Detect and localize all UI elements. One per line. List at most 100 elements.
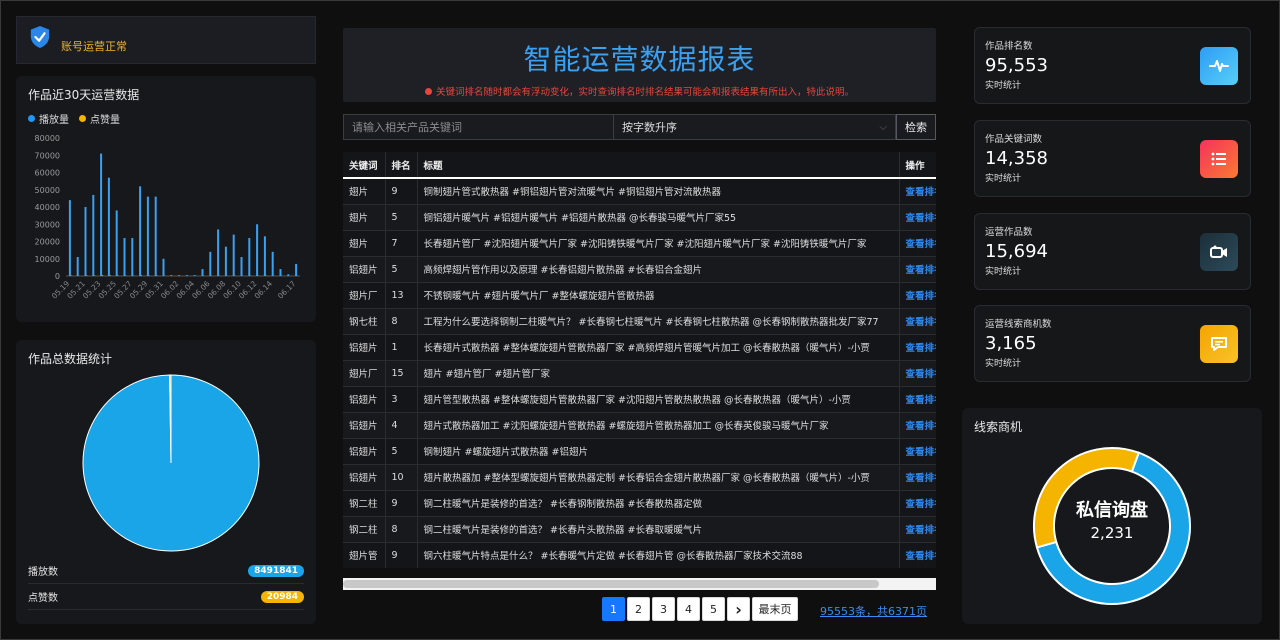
view-ranking-link[interactable]: 查看排名 <box>899 282 936 309</box>
next-page-button[interactable]: › <box>727 597 750 621</box>
page-button-4[interactable]: 4 <box>677 597 700 621</box>
report-header: 智能运营数据报表 关键词排名随时都会有浮动变化，实时查询排名时排名结果可能会和报… <box>343 28 936 102</box>
cell-keyword: 铝翅片 <box>343 256 386 283</box>
view-ranking-link[interactable]: 查看排名 <box>899 412 936 439</box>
page-button-2[interactable]: 2 <box>627 597 650 621</box>
cell-rank: 15 <box>385 360 418 387</box>
cell-keyword: 翅片厂 <box>343 360 386 387</box>
bar-likes <box>148 275 150 276</box>
view-ranking-link[interactable]: 查看排名 <box>899 178 936 205</box>
y-tick-label: 50000 <box>35 186 60 195</box>
cell-title: 翅片式散热器加工 #沈阳螺旋翅片管散热器 #螺旋翅片管散热器加工 @长春英俊骏马… <box>417 412 900 439</box>
cell-title: 钢二柱暖气片是装修的首选？ #长春钢制散热器 #长春散热器定做 <box>417 490 900 517</box>
col-header-title[interactable]: 标题 <box>417 152 900 179</box>
bar-likes <box>109 275 111 276</box>
totals-title: 作品总数据统计 <box>28 352 113 366</box>
last-page-button[interactable]: 最末页 <box>752 597 798 621</box>
bar-likes <box>102 275 104 276</box>
table-row: 翅片 7 长春翅片管厂 #沈阳翅片暖气片厂家 #沈阳铸铁暖气片厂家 #沈阳翅片暖气片… <box>343 230 936 257</box>
cell-title: 铜铝翅片暖气片 #铝翅片暖气片 #铝翅片散热器 @长春骏马暖气片厂家55 <box>417 204 900 231</box>
table-row: 铝翅片5高频焊翅片管作用以及原理 #长春铝翅片散热器 #长春铝合金翅片查看排名 <box>343 256 936 283</box>
y-tick-label: 40000 <box>35 203 60 212</box>
sort-select[interactable]: 按字数升序 ⌵ <box>614 114 896 140</box>
keyword-search-input[interactable] <box>343 114 614 140</box>
view-ranking-link[interactable]: 查看排名 <box>899 386 936 413</box>
view-ranking-link[interactable]: 查看排名 <box>899 516 936 543</box>
cell-keyword: 钢二柱 <box>343 516 386 543</box>
trend-bar-chart: 0 10000 20000 30000 40000 50000 60000 70000 8000… <box>35 134 300 301</box>
bar-likes <box>86 275 88 276</box>
view-ranking-link[interactable]: 查看排名 <box>899 438 936 465</box>
view-ranking-link[interactable]: 查看排名 <box>899 204 936 231</box>
col-header-keyword[interactable]: 关键词 <box>343 152 386 179</box>
bar-likes <box>94 275 96 276</box>
view-ranking-link[interactable]: 查看排名 <box>899 542 936 568</box>
y-tick-label: 20000 <box>35 238 60 247</box>
legend-item-likes[interactable]: 点赞量 <box>79 111 120 126</box>
table-row: 铝翅片5钢制翅片 #螺旋翅片式散热器 #铝翅片查看排名 <box>343 438 936 465</box>
cell-keyword: 铝翅片 <box>343 386 386 413</box>
cell-keyword: 翅片 <box>343 204 386 231</box>
bar-likes <box>117 275 119 276</box>
view-ranking-link[interactable]: 查看排名 <box>899 308 936 335</box>
totals-card: 作品总数据统计 播放数 8491841 点赞数 20984 <box>16 340 316 624</box>
cell-title: 不锈钢暖气片 #翅片暖气片厂 #整体螺旋翅片管散热器 <box>417 282 900 309</box>
sort-select-value: 按字数升序 <box>622 121 677 134</box>
x-tick-label: 06.14 <box>253 279 275 301</box>
bar-plays <box>146 196 149 276</box>
page-button-1[interactable]: 1 <box>602 597 625 621</box>
cell-title: 高频焊翅片管作用以及原理 #长春铝翅片散热器 #长春铝合金翅片 <box>417 256 900 283</box>
cell-title: 翅片管型散热器 #整体螺旋翅片管散热器厂家 #沈阳翅片管散热散热器 @长春散热器… <box>417 386 900 413</box>
scrollbar-thumb[interactable] <box>343 580 879 588</box>
bar-plays <box>185 275 188 276</box>
view-ranking-link[interactable]: 查看排名 <box>899 334 936 361</box>
cell-rank: 9 <box>385 490 418 517</box>
video-icon <box>1200 233 1238 271</box>
chevron-down-icon: ⌵ <box>879 121 887 133</box>
ranking-table: 关键词 排名 标题 操作 翅片 9 铜制翅片管式散热器 #铜铝翅片管对流暖气片 #铜… <box>343 152 936 568</box>
table-row: 钢二柱9钢二柱暖气片是装修的首选？ #长春钢制散热器 #长春散热器定做查看排名 <box>343 490 936 517</box>
pagination-total-link[interactable]: 95553条，共6371页 <box>820 603 927 619</box>
message-icon <box>1200 325 1238 363</box>
cell-rank: 4 <box>385 412 418 439</box>
search-button[interactable]: 检索 <box>896 114 936 140</box>
bar-plays <box>201 269 204 276</box>
legend-item-plays[interactable]: 播放量 <box>28 111 69 126</box>
kpi-card-ranking: 作品排名数 95,553 实时统计 <box>974 27 1251 104</box>
cell-title: 长春翅片式散热器 #整体螺旋翅片管散热器厂家 #高频焊翅片管暖气片加工 @长春散… <box>417 334 900 361</box>
header-note: 关键词排名随时都会有浮动变化，实时查询排名时排名结果可能会和报表结果有所出入，特… <box>343 84 936 98</box>
view-ranking-link[interactable]: 查看排名 <box>899 230 936 257</box>
table-header-row: 关键词 排名 标题 操作 <box>343 152 936 179</box>
page-button-5[interactable]: 5 <box>702 597 725 621</box>
cell-rank: 1 <box>385 334 418 361</box>
col-header-rank[interactable]: 排名 <box>385 152 418 179</box>
list-icon <box>1200 140 1238 178</box>
cell-keyword: 翅片 <box>343 178 386 205</box>
table-horizontal-scrollbar[interactable] <box>343 578 936 590</box>
cell-title: 翅片散热器加 #整体型螺旋翅片管散热器定制 #长春铝合金翅片散热器厂家 @长春散… <box>417 464 900 491</box>
cell-rank: 9 <box>385 542 418 568</box>
bar-plays <box>240 257 243 276</box>
alert-dot-icon <box>424 88 432 95</box>
y-tick-label: 70000 <box>35 151 60 160</box>
bar-plays <box>115 210 118 276</box>
bar-plays <box>123 238 126 276</box>
view-ranking-link[interactable]: 查看排名 <box>899 360 936 387</box>
leads-card: 线索商机 私信询盘 2,231 <box>962 408 1262 624</box>
pagination: 1 2 3 4 5 › 最末页 <box>602 597 798 621</box>
view-ranking-link[interactable]: 查看排名 <box>899 464 936 491</box>
stat-row-likes: 点赞数 20984 <box>28 584 304 610</box>
cell-rank: 10 <box>385 464 418 491</box>
legend-dot-icon <box>28 115 35 122</box>
view-ranking-link[interactable]: 查看排名 <box>899 256 936 283</box>
bar-plays <box>178 275 181 276</box>
view-ranking-link[interactable]: 查看排名 <box>899 490 936 517</box>
table-row: 翅片厂13不锈钢暖气片 #翅片暖气片厂 #整体螺旋翅片管散热器查看排名 <box>343 282 936 309</box>
bar-plays <box>209 251 212 276</box>
leads-title: 线索商机 <box>974 420 1023 434</box>
page-button-3[interactable]: 3 <box>652 597 675 621</box>
table-row: 翅片 5 铜铝翅片暖气片 #铝翅片暖气片 #铝翅片散热器 @长春骏马暖气片厂家55 查… <box>343 204 936 231</box>
cell-title: 钢六柱暖气片特点是什么？ #长春暖气片定做 #长春翅片管 @长春散热器厂家技术交… <box>417 542 900 568</box>
bar-plays <box>92 194 95 276</box>
cell-keyword: 翅片 <box>343 230 386 257</box>
